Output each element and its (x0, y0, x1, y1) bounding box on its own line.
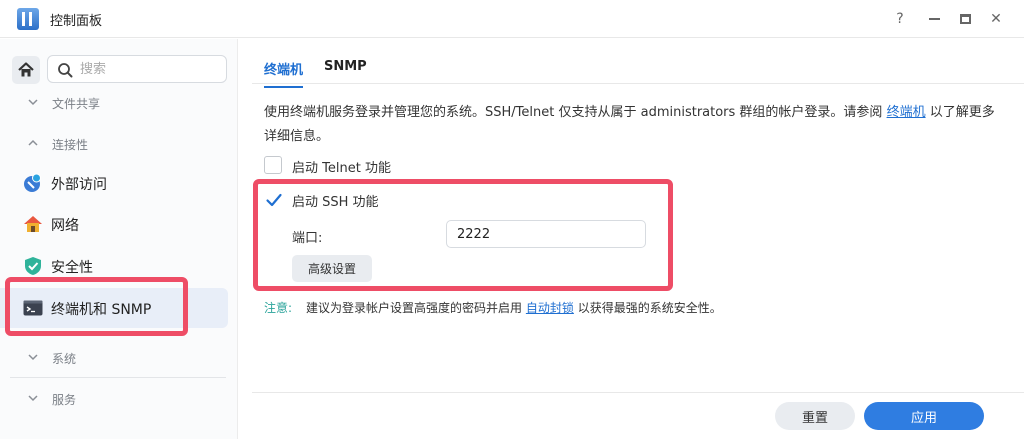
home-icon (18, 62, 34, 77)
network-house-icon (24, 216, 42, 232)
help-button[interactable]: ? (889, 8, 911, 30)
home-button[interactable] (12, 56, 40, 84)
external-access-icon (24, 173, 41, 192)
footer-divider (252, 392, 1024, 393)
maximize-button[interactable] (954, 8, 976, 30)
sidebar-item-security[interactable]: 安全性 (0, 246, 228, 286)
tab-bar: 终端机 SNMP (252, 39, 1024, 88)
security-note: 注意: 建议为登录帐户设置高强度的密码并启用 自动封锁 以获得最强的系统安全性。 (264, 299, 722, 316)
close-button[interactable]: ✕ (985, 8, 1007, 30)
chevron-down-icon (28, 354, 38, 361)
sidebar-item-terminal-snmp[interactable]: 终端机和 SNMP (0, 288, 228, 328)
telnet-checkbox[interactable] (264, 156, 282, 174)
terminal-icon (23, 300, 43, 316)
sidebar-item-label: 终端机和 SNMP (51, 302, 152, 318)
apply-button[interactable]: 应用 (864, 402, 984, 430)
control-panel-app-icon (17, 8, 39, 30)
sidebar-item-external-access[interactable]: 外部访问 (0, 163, 228, 203)
tab-terminal[interactable]: 终端机 (264, 59, 304, 88)
terminal-description: 使用终端机服务登录并管理您的系统。SSH/Telnet 仅支持从属于 admin… (264, 101, 1004, 149)
port-input[interactable] (446, 220, 646, 248)
section-label: 连接性 (52, 138, 89, 152)
sidebar-item-label: 网络 (51, 218, 79, 234)
ssh-label: 启动 SSH 功能 (292, 195, 379, 210)
section-file-sharing[interactable]: 文件共享 (0, 88, 238, 118)
note-text: 建议为登录帐户设置高强度的密码并启用 (306, 301, 526, 315)
title-bar: 控制面板 ? ✕ (0, 0, 1024, 38)
section-system[interactable]: 系统 (0, 343, 238, 373)
section-services[interactable]: 服务 (0, 384, 238, 414)
reset-button[interactable]: 重置 (775, 402, 855, 430)
auto-block-link[interactable]: 自动封锁 (526, 301, 574, 315)
sidebar: 文件共享 连接性 外部访问 网络 安全性 (0, 39, 238, 439)
note-text-end: 以获得最强的系统安全性。 (573, 301, 722, 315)
search-box (47, 55, 227, 83)
chevron-down-icon (28, 395, 38, 402)
sidebar-item-label: 外部访问 (51, 177, 107, 193)
sidebar-item-network[interactable]: 网络 (0, 204, 228, 244)
advanced-settings-button[interactable]: 高级设置 (292, 255, 372, 282)
section-label: 文件共享 (52, 97, 101, 111)
section-label: 服务 (52, 393, 77, 407)
ssh-checkbox[interactable] (264, 190, 282, 208)
window-title: 控制面板 (50, 14, 103, 29)
sidebar-item-label: 安全性 (51, 260, 93, 276)
description-text: 使用终端机服务登录并管理您的系统。SSH/Telnet 仅支持从属于 admin… (264, 105, 887, 120)
tab-snmp[interactable]: SNMP (324, 59, 367, 74)
sidebar-divider (10, 377, 226, 378)
section-connectivity[interactable]: 连接性 (0, 129, 238, 159)
maximize-icon (959, 14, 971, 24)
search-icon (58, 63, 73, 78)
shield-icon (25, 257, 41, 275)
chevron-up-icon (28, 139, 38, 146)
terminal-help-link[interactable]: 终端机 (887, 105, 926, 120)
telnet-label: 启动 Telnet 功能 (292, 161, 391, 176)
minimize-button[interactable] (923, 8, 945, 30)
checkmark-icon (266, 193, 282, 207)
note-label: 注意: (264, 301, 293, 315)
search-input[interactable] (80, 60, 220, 78)
chevron-down-icon (28, 99, 38, 106)
minimize-icon (928, 18, 940, 20)
section-label: 系统 (52, 352, 77, 366)
port-label: 端口: (292, 231, 323, 246)
